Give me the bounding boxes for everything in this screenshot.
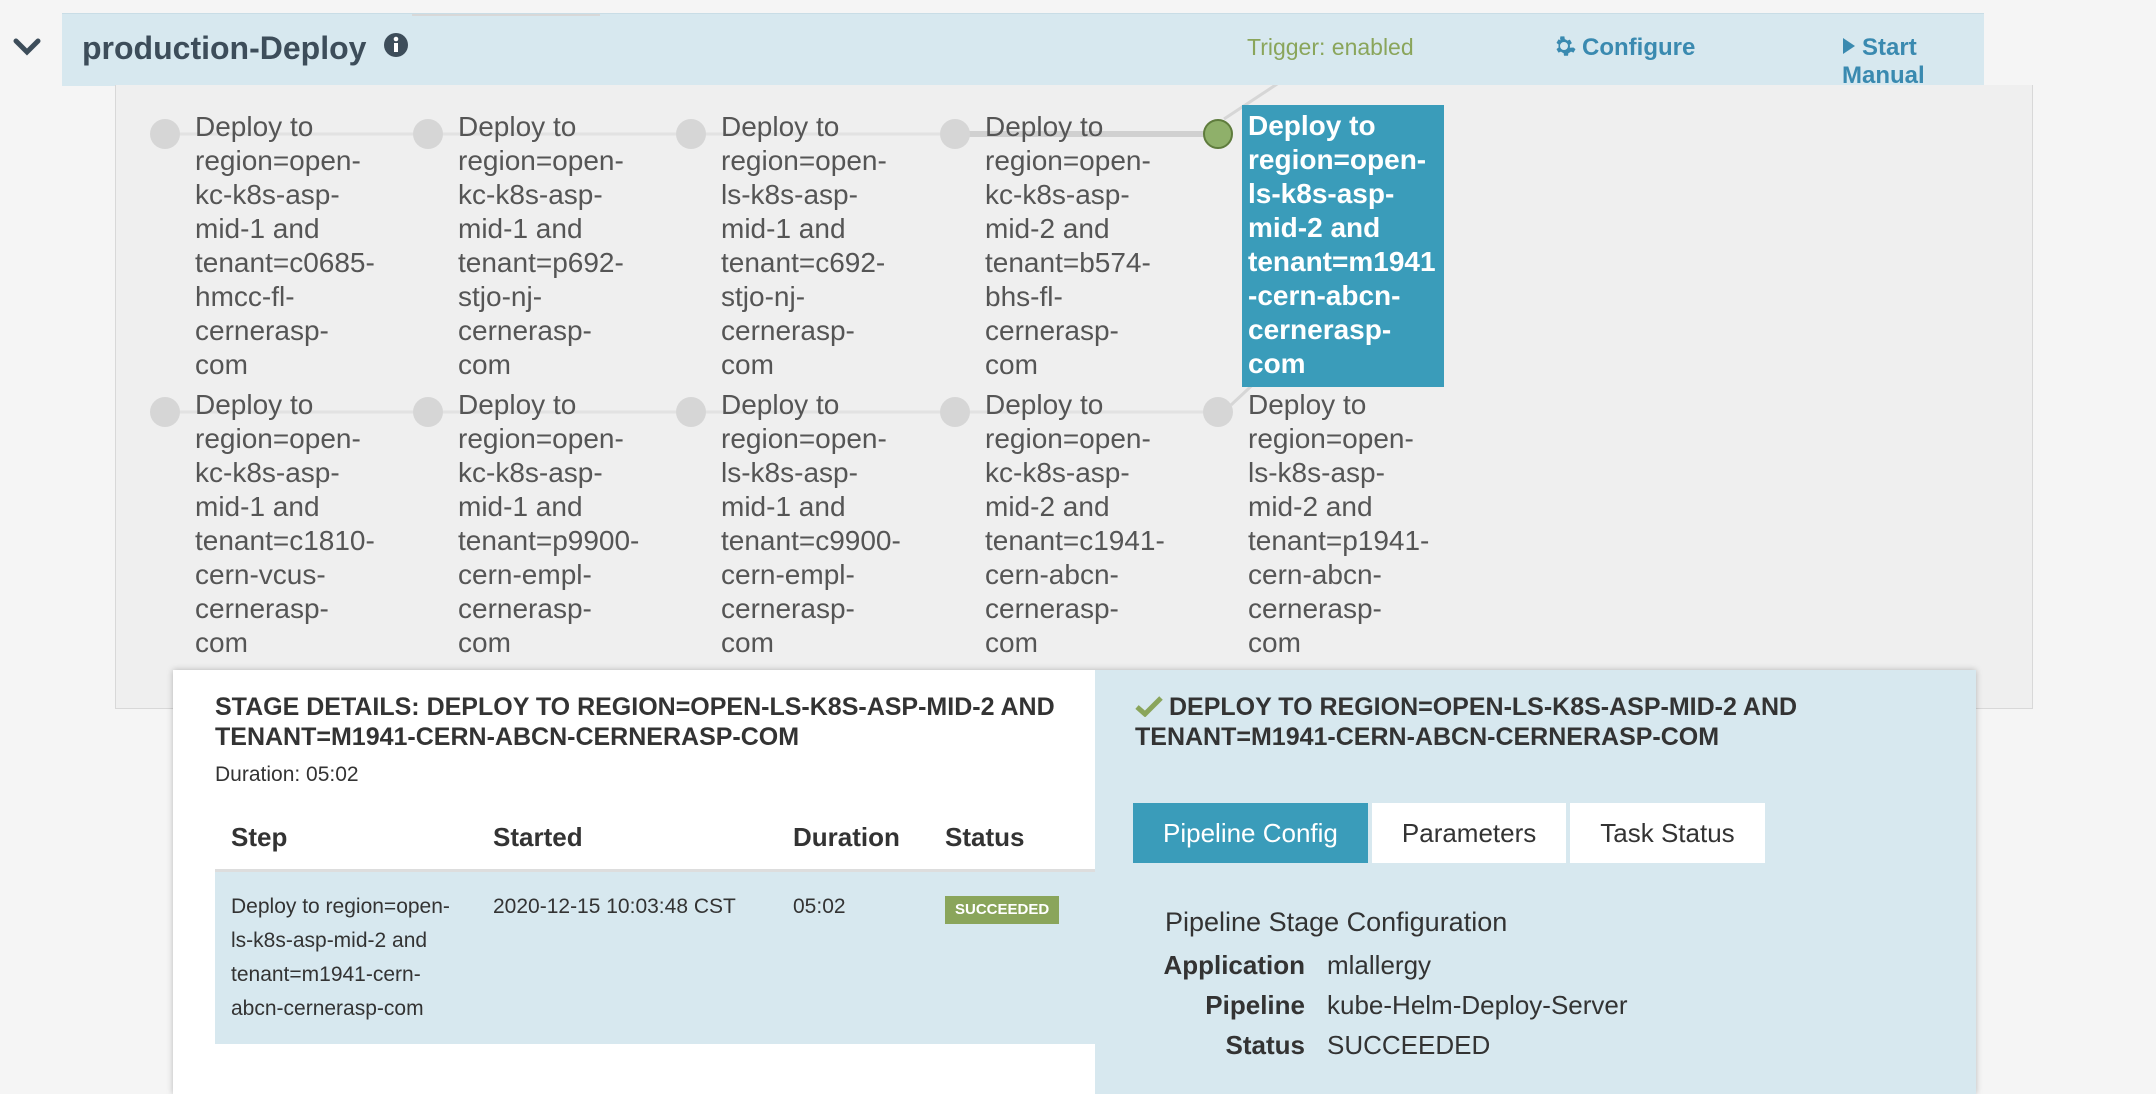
column-header: Step: [215, 805, 477, 872]
stage-status-dot: [676, 119, 706, 149]
stage-details-title: STAGE DETAILS: DEPLOY TO REGION=OPEN-LS-…: [215, 693, 1055, 751]
step-duration: 05:02: [777, 870, 929, 1044]
step-started: 2020-12-15 10:03:48 CST: [477, 870, 777, 1044]
configure-label: Configure: [1582, 34, 1696, 61]
table-header-row: Step Started Duration Status: [215, 805, 1095, 872]
stage-label[interactable]: Deploy to region=open-kc-k8s-asp-mid-2 a…: [985, 110, 1171, 382]
pipeline-name: production-Deploy: [82, 30, 367, 66]
execution-title-text: DEPLOY TO REGION=OPEN-LS-K8S-ASP-MID-2 A…: [1135, 693, 1798, 751]
divider: [412, 14, 600, 16]
config-value: mlallergy: [1327, 950, 1432, 980]
status-badge: SUCCEEDED: [945, 896, 1060, 924]
config-fields: Application mlallergy Pipeline kube-Helm…: [1155, 945, 1628, 1065]
config-value: SUCCEEDED: [1327, 1030, 1491, 1060]
config-row: Application mlallergy: [1155, 945, 1628, 985]
column-header: Duration: [777, 805, 929, 872]
execution-title: DEPLOY TO REGION=OPEN-LS-K8S-ASP-MID-2 A…: [1135, 692, 1955, 752]
stage-label[interactable]: Deploy to region=open-kc-k8s-asp-mid-1 a…: [458, 110, 644, 382]
pipeline-title: production-Deploy: [82, 30, 409, 67]
config-row: Status SUCCEEDED: [1155, 1025, 1628, 1065]
config-value: kube-Helm-Deploy-Server: [1327, 990, 1628, 1020]
pipeline-header: production-Deploy Trigger: enabled Confi…: [62, 13, 1984, 117]
stage-status-dot: [413, 397, 443, 427]
check-icon: [1135, 696, 1163, 718]
stage-duration: Duration: 05:02: [215, 763, 359, 786]
stage-label[interactable]: Deploy to region=open-kc-k8s-asp-mid-2 a…: [985, 388, 1171, 660]
stage-label[interactable]: Deploy to region=open-ls-k8s-asp-mid-1 a…: [721, 110, 907, 382]
steps-table: Step Started Duration Status Deploy to r…: [215, 805, 1095, 1044]
stage-details-panel: STAGE DETAILS: DEPLOY TO REGION=OPEN-LS-…: [173, 670, 1976, 1094]
detail-tabs: Pipeline Config Parameters Task Status: [1133, 803, 1769, 863]
stage-status-dot: [150, 397, 180, 427]
stage-status-dot: [1203, 119, 1233, 149]
stage-details-left: STAGE DETAILS: DEPLOY TO REGION=OPEN-LS-…: [173, 670, 1095, 1094]
stage-label[interactable]: Deploy to region=open-ls-k8s-asp-mid-2 a…: [1242, 105, 1444, 387]
stage-label[interactable]: Deploy to region=open-kc-k8s-asp-mid-1 a…: [195, 110, 381, 382]
play-icon: [1843, 37, 1855, 54]
gear-icon: [1556, 36, 1576, 56]
tab-parameters[interactable]: Parameters: [1371, 803, 1567, 863]
tab-pipeline-config[interactable]: Pipeline Config: [1133, 803, 1368, 863]
step-status-cell: SUCCEEDED: [929, 870, 1095, 1044]
stage-label[interactable]: Deploy to region=open-ls-k8s-asp-mid-1 a…: [721, 388, 907, 660]
configure-button[interactable]: Configure: [1552, 34, 1695, 62]
collapse-chevron-icon[interactable]: [12, 32, 42, 62]
config-key: Status: [1225, 1030, 1305, 1060]
stage-label[interactable]: Deploy to region=open-kc-k8s-asp-mid-1 a…: [195, 388, 381, 660]
config-section-title: Pipeline Stage Configuration: [1165, 907, 1508, 937]
stage-status-dot: [150, 119, 180, 149]
stage-status-dot: [1203, 397, 1233, 427]
table-row[interactable]: Deploy to region=open-ls-k8s-asp-mid-2 a…: [215, 870, 1095, 1044]
stage-status-dot: [940, 119, 970, 149]
stage-status-dot: [940, 397, 970, 427]
pipeline-graph: Deploy to region=open-kc-k8s-asp-mid-1 a…: [115, 85, 2033, 709]
config-key: Pipeline: [1205, 990, 1305, 1020]
config-key: Application: [1163, 950, 1305, 980]
stage-status-dot: [676, 397, 706, 427]
stage-label[interactable]: Deploy to region=open-ls-k8s-asp-mid-2 a…: [1248, 388, 1434, 660]
column-header: Started: [477, 805, 777, 872]
info-icon[interactable]: [383, 29, 409, 66]
tab-task-status[interactable]: Task Status: [1570, 803, 1765, 863]
stage-label[interactable]: Deploy to region=open-kc-k8s-asp-mid-1 a…: [458, 388, 644, 660]
column-header: Status: [929, 805, 1095, 872]
stage-details-right: DEPLOY TO REGION=OPEN-LS-K8S-ASP-MID-2 A…: [1095, 670, 1976, 1094]
step-name: Deploy to region=open-ls-k8s-asp-mid-2 a…: [215, 870, 477, 1044]
config-row: Pipeline kube-Helm-Deploy-Server: [1155, 985, 1628, 1025]
stage-status-dot: [413, 119, 443, 149]
trigger-status: Trigger: enabled: [1247, 34, 1414, 60]
